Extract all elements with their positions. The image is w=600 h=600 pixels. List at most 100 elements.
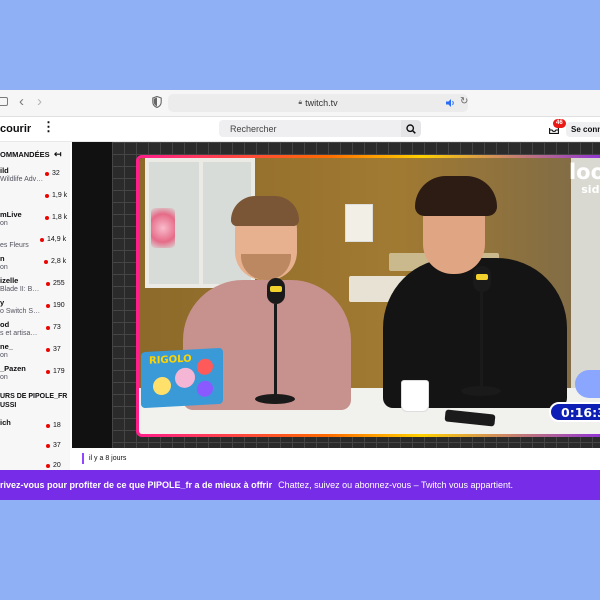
viewer-count: 32 — [45, 170, 60, 177]
live-dot-icon — [46, 325, 50, 330]
viewer-count: 1,9 k — [45, 192, 67, 199]
channel-game: on — [0, 220, 8, 227]
reload-icon[interactable]: ↻ — [460, 97, 468, 107]
live-dot-icon — [45, 171, 49, 176]
microphone-icon — [473, 266, 491, 292]
sidebar-header: OMMANDÉES — [0, 150, 50, 159]
sidebar-channel[interactable]: ne_ on 37 — [0, 342, 70, 364]
banner-text: Chattez, suivez ou abonnez-vous – Twitch… — [278, 480, 514, 490]
video-meta: il y a 8 jours — [72, 450, 600, 470]
live-dot-icon — [40, 237, 44, 242]
channel-name: ne_ — [0, 342, 13, 351]
viewer-count: 18 — [46, 422, 61, 429]
section-title-line: URS DE PIPOLE_FR — [0, 393, 68, 400]
viewer-count: 1,8 k — [45, 214, 67, 221]
viewer-count: 73 — [46, 324, 61, 331]
stickered-laptop: RIGOLO — [141, 347, 223, 409]
similar-channels-header: URS DE PIPOLE_FR USSI — [0, 392, 67, 410]
white-mug — [401, 380, 429, 412]
sidebar-channel[interactable]: mLive on 1,8 k — [0, 210, 70, 232]
sidebar-channel[interactable]: izelle Blade II: B… 255 — [0, 276, 70, 298]
search-icon — [406, 123, 416, 134]
sidebar-channel[interactable]: n on 2,8 k — [0, 254, 70, 276]
channel-name: mLive — [0, 210, 22, 219]
live-dot-icon — [46, 347, 50, 352]
channel-game: s et artisa… — [0, 330, 38, 337]
upload-date: il y a 8 jours — [89, 455, 127, 462]
search-button[interactable] — [401, 120, 421, 137]
viewer-count: 37 — [46, 442, 61, 449]
collapse-sidebar-icon[interactable]: ↤ — [54, 150, 62, 159]
live-dot-icon — [45, 193, 49, 198]
sidebar-channel[interactable]: ild Wildlife Adv… 32 — [0, 166, 70, 188]
stream-scene: RIGOLO loo sido 0:16:33 — [139, 158, 600, 434]
back-arrow-icon[interactable]: ‹ — [19, 94, 24, 110]
stream-timer: 0:16:33 — [549, 402, 600, 422]
audio-playing-icon[interactable] — [446, 99, 456, 107]
address-bar[interactable]: 🔒︎ twitch.tv — [168, 94, 468, 112]
wall-poster — [345, 204, 373, 242]
live-dot-icon — [46, 281, 50, 286]
live-dot-icon — [46, 443, 50, 448]
channel-game: on — [0, 352, 8, 359]
notification-badge: 46 — [553, 119, 566, 128]
channel-game: Wildlife Adv… — [0, 176, 44, 183]
channel-game: on — [0, 374, 8, 381]
accent-bar — [82, 453, 84, 464]
viewer-count: 255 — [46, 280, 65, 287]
viewer-count: 20 — [46, 462, 61, 469]
browser-window: ‹ › 🔒︎ twitch.tv ↻ courir ⋮ Rechercher 4… — [0, 90, 600, 500]
timer-text: 0:16:33 — [561, 404, 600, 420]
url-text: twitch.tv — [305, 98, 338, 108]
sidebar-channel[interactable]: 1,9 k — [0, 188, 70, 210]
live-dot-icon — [46, 463, 50, 468]
forward-arrow-icon[interactable]: › — [37, 94, 42, 110]
channel-name: ich — [0, 418, 11, 427]
lock-icon: 🔒︎ — [298, 99, 303, 106]
channel-game: o Switch S… — [0, 308, 41, 315]
sidebar-channel[interactable]: y o Switch S… 190 — [0, 298, 70, 320]
signup-banner[interactable]: rivez-vous pour profiter de ce que PIPOL… — [0, 470, 600, 500]
sidebar-channel[interactable]: es Fleurs 14,9 k — [0, 232, 70, 254]
recommended-channels-sidebar: OMMANDÉES ↤ ild Wildlife Adv… 32 1,9 k m… — [0, 142, 70, 470]
viewer-count: 37 — [46, 346, 61, 353]
channel-name: y — [0, 298, 5, 307]
channel-name: _Pazen — [0, 364, 26, 373]
sidebar-channel[interactable]: 20 — [0, 458, 70, 470]
channel-name: od — [0, 320, 10, 329]
channel-game: es Fleurs — [0, 242, 29, 249]
channel-name: n — [0, 254, 5, 263]
video-player[interactable]: RIGOLO loo sido 0:16:33 — [72, 142, 600, 448]
sidebar-toggle-icon[interactable] — [0, 97, 8, 106]
more-menu-icon[interactable]: ⋮ — [42, 120, 55, 134]
privacy-shield-icon[interactable] — [152, 96, 162, 108]
live-dot-icon — [46, 303, 50, 308]
banner-bold-text: rivez-vous pour profiter de ce que PIPOL… — [0, 480, 273, 490]
login-label: Se conne — [571, 125, 600, 134]
microphone-icon — [267, 278, 285, 304]
viewer-count: 14,9 k — [40, 236, 66, 243]
live-dot-icon — [46, 423, 50, 428]
video-frame[interactable]: RIGOLO loo sido 0:16:33 — [136, 155, 600, 437]
search-placeholder: Rechercher — [230, 123, 277, 134]
search-input[interactable]: Rechercher — [219, 120, 401, 137]
twitch-top-nav: courir ⋮ Rechercher 46 Se conne — [0, 117, 600, 142]
channel-name: ild — [0, 166, 9, 175]
viewer-count: 2,8 k — [44, 258, 66, 265]
viewer-count: 190 — [46, 302, 65, 309]
brand-overlay: loo — [568, 160, 600, 184]
sidebar-channel[interactable]: od s et artisa… 73 — [0, 320, 70, 342]
login-button[interactable]: Se conne — [566, 122, 600, 137]
sidebar-channel[interactable]: _Pazen on 179 — [0, 364, 70, 386]
sidebar-channel[interactable]: ich 18 — [0, 418, 70, 440]
channel-game: on — [0, 264, 8, 271]
live-dot-icon — [44, 259, 48, 264]
live-dot-icon — [45, 215, 49, 220]
channel-name: izelle — [0, 276, 19, 285]
brand-overlay-sub: sido — [581, 183, 600, 196]
browser-toolbar: ‹ › 🔒︎ twitch.tv ↻ — [0, 90, 600, 117]
live-dot-icon — [46, 369, 50, 374]
sidebar-channel[interactable]: 37 — [0, 438, 70, 460]
viewer-count: 179 — [46, 368, 65, 375]
browse-link[interactable]: courir — [0, 123, 31, 135]
